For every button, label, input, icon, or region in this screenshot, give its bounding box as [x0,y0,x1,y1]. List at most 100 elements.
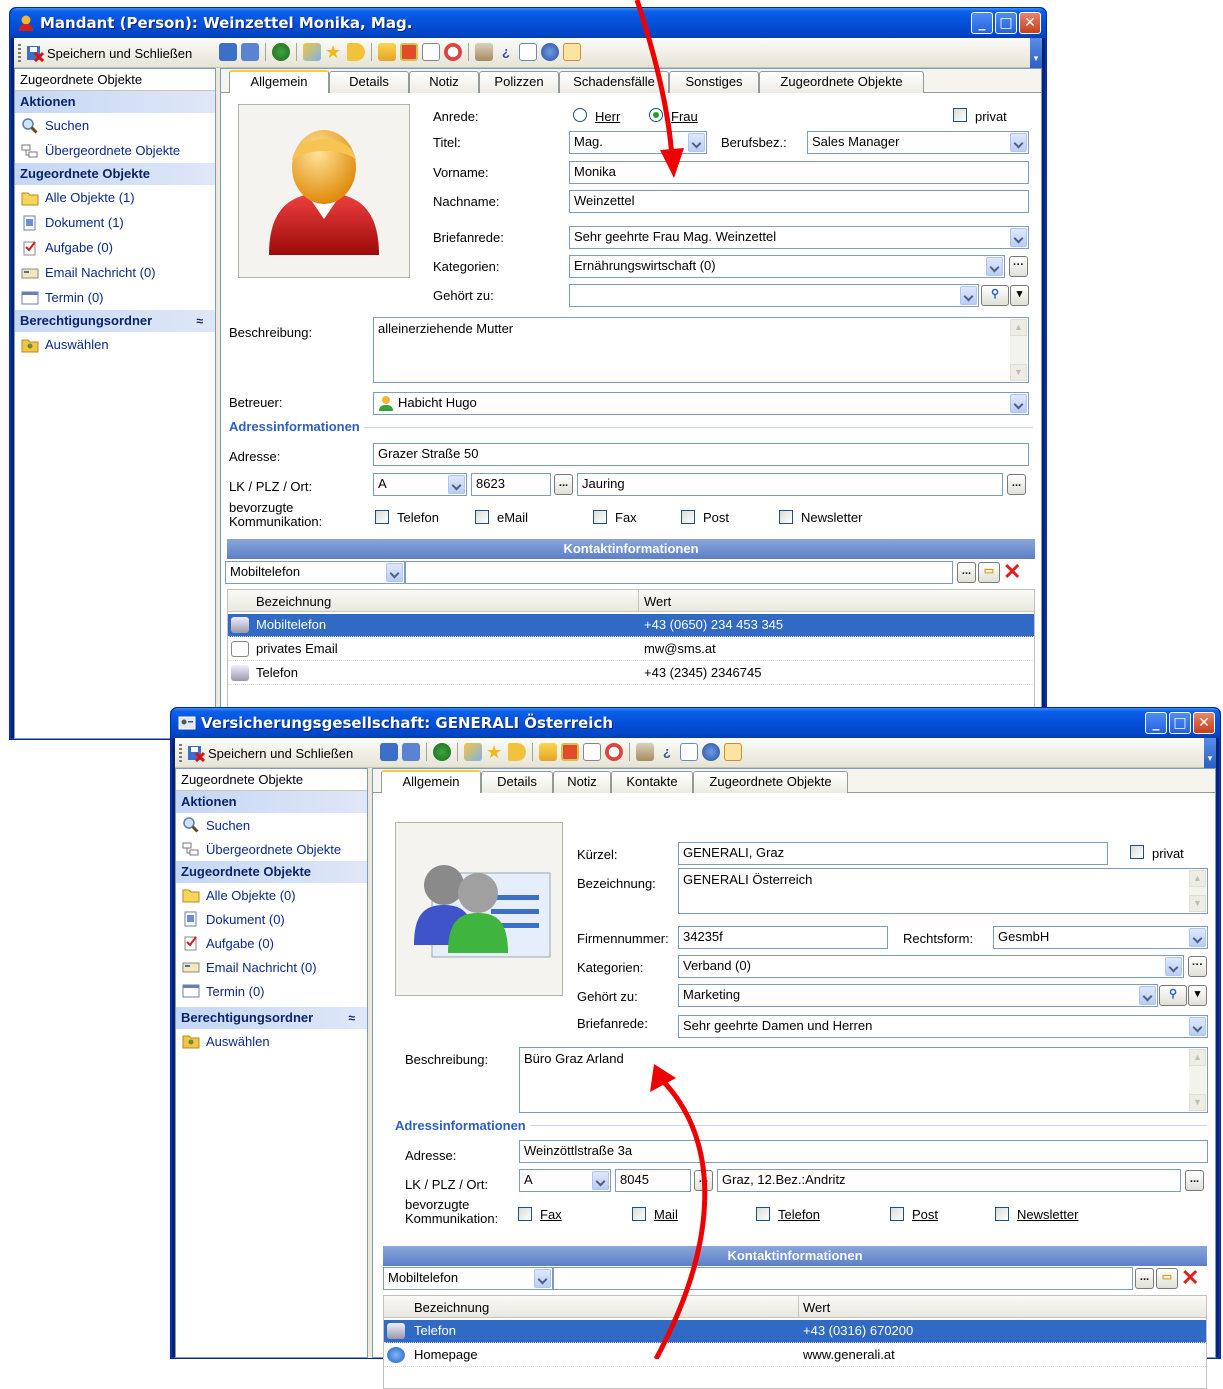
refresh-icon[interactable] [272,43,290,61]
gehoert-dropdown-button[interactable]: ▾ [1010,285,1029,306]
komm-newsletter-checkbox[interactable] [779,510,793,524]
col-wert-header[interactable]: Wert [803,1300,830,1315]
layout-icon[interactable] [724,743,742,761]
titel-select[interactable]: Mag. [569,131,707,154]
tag-icon[interactable] [508,743,526,761]
chevron-down-icon[interactable] [592,1171,609,1190]
toolbar-overflow-button[interactable]: ▾ [1204,738,1216,768]
briefanrede-select[interactable]: Sehr geehrte Damen und Herren [678,1015,1208,1038]
plz-field[interactable]: 8045 [615,1169,691,1192]
contact-more-button[interactable]: ... [1135,1268,1154,1289]
scrollbar[interactable]: ▲ ▼ [1189,1049,1206,1111]
note-icon[interactable] [378,43,396,61]
sidebar-item-email[interactable]: Email Nachricht (0) [15,260,215,285]
close-button[interactable]: ✕ [1193,712,1215,734]
chevron-down-icon[interactable] [1010,394,1027,413]
properties-icon[interactable] [475,43,493,61]
firmennr-field[interactable]: 34235f [678,926,888,949]
company-logo[interactable] [395,822,563,996]
tab-zugeordnete-objekte[interactable]: Zugeordnete Objekte [693,771,848,793]
plz-lookup-button[interactable]: ... [694,1170,713,1191]
minimize-button[interactable]: _ [971,12,993,34]
table-row[interactable]: Telefon +43 (0316) 670200 [384,1320,1206,1343]
save-as-icon[interactable] [402,743,420,761]
tools-icon[interactable] [702,743,720,761]
col-bezeichnung-header[interactable]: Bezeichnung [256,594,331,609]
komm-newsletter-checkbox[interactable] [995,1207,1009,1221]
sidebar-item-email[interactable]: Email Nachricht (0) [176,955,367,979]
scroll-up-icon[interactable]: ▲ [1010,319,1027,336]
chevron-down-icon[interactable] [1189,928,1206,947]
scrollbar[interactable]: ▲ ▼ [1189,870,1206,912]
chevron-down-icon[interactable] [986,257,1003,276]
scrollbar[interactable]: ▲ ▼ [1010,319,1027,381]
tools-icon[interactable] [541,43,559,61]
chevron-down-icon[interactable] [1139,986,1156,1005]
star-icon[interactable]: ★ [325,43,343,61]
calendar-icon[interactable] [400,43,418,61]
info-icon[interactable]: ¿ [658,743,676,761]
chevron-down-icon[interactable] [960,286,977,305]
sidebar-item-task[interactable]: Aufgabe (0) [176,931,367,955]
table-row[interactable]: privates Email mw@sms.at [228,638,1034,661]
komm-post-checkbox[interactable] [681,510,695,524]
herr-radio[interactable] [573,108,587,122]
kategorien-select[interactable]: Ernährungswirtschaft (0) [569,255,1005,278]
betreuer-select[interactable]: Habicht Hugo [373,392,1029,415]
scroll-down-icon[interactable]: ▼ [1010,364,1027,381]
komm-telefon-checkbox[interactable] [375,510,389,524]
toolbar-overflow-button[interactable]: ▾ [1030,38,1042,68]
komm-fax-checkbox[interactable] [593,510,607,524]
sidebar-item-search[interactable]: Suchen [176,813,367,837]
tab-polizzen[interactable]: Polizzen [479,71,559,93]
title-bar[interactable]: Versicherungsgesellschaft: GENERALI Öste… [171,708,1220,738]
gehoert-search-button[interactable]: ⚲ [981,285,1009,306]
privat-checkbox[interactable] [953,108,967,122]
komm-post-checkbox[interactable] [890,1207,904,1221]
chevron-down-icon[interactable] [386,563,403,582]
beruf-select[interactable]: Sales Manager [807,131,1029,154]
kuerzel-field[interactable]: GENERALI, Graz [678,842,1108,865]
gehoert-select[interactable] [569,284,979,307]
title-bar[interactable]: Mandant (Person): Weinzettel Monika, Mag… [10,8,1046,38]
note-icon[interactable] [539,743,557,761]
person-photo[interactable] [238,104,410,278]
contact-value-field[interactable] [405,561,953,584]
contact-new-button[interactable]: ▭ [978,562,1000,583]
close-button[interactable]: ✕ [1019,12,1041,34]
tab-details[interactable]: Details [329,71,409,93]
save-close-button[interactable]: Speichern und Schließen [26,44,192,62]
col-bezeichnung-header[interactable]: Bezeichnung [414,1300,489,1315]
calendar-icon[interactable] [561,743,579,761]
komm-email-checkbox[interactable] [475,510,489,524]
scroll-down-icon[interactable]: ▼ [1189,1094,1206,1111]
beschreibung-field[interactable]: Büro Graz Arland ▲ ▼ [519,1047,1208,1113]
vorname-field[interactable]: Monika [569,161,1029,184]
save-icon[interactable] [219,43,237,61]
chevron-down-icon[interactable] [448,475,465,494]
lk-select[interactable]: A [373,473,467,496]
komm-telefon-checkbox[interactable] [756,1207,770,1221]
kategorien-more-button[interactable]: ··· [1009,256,1028,277]
briefanrede-select[interactable]: Sehr geehrte Frau Mag. Weinzettel [569,226,1029,249]
sidebar-item-parent-objects[interactable]: Übergeordnete Objekte [176,837,367,861]
sidebar-item-document[interactable]: Dokument (0) [176,907,367,931]
sidebar-item-parent-objects[interactable]: Übergeordnete Objekte [15,138,215,163]
permissions-section-title[interactable]: Berechtigungsordner ≈ [15,310,215,332]
contact-type-select[interactable]: Mobiltelefon [225,561,405,584]
gehoert-select[interactable]: Marketing [678,984,1158,1007]
ort-lookup-button[interactable]: ... [1185,1170,1204,1191]
tab-allgemein[interactable]: Allgemein [381,770,481,793]
tab-kontakte[interactable]: Kontakte [611,771,693,793]
save-as-icon[interactable] [241,43,259,61]
tab-zugeordnete-objekte[interactable]: Zugeordnete Objekte [759,71,924,93]
ort-lookup-button[interactable]: ... [1007,474,1026,495]
layout-icon[interactable] [563,43,581,61]
adresse-field[interactable]: Grazer Straße 50 [373,443,1029,466]
tab-schadensfaelle[interactable]: Schadensfälle [559,71,669,93]
chevron-down-icon[interactable] [1165,957,1182,976]
chevron-down-icon[interactable] [688,133,705,152]
nachname-field[interactable]: Weinzettel [569,190,1029,213]
bezeichnung-field[interactable]: GENERALI Österreich ▲ ▼ [678,868,1208,914]
contact-new-button[interactable]: ▭ [1156,1268,1178,1289]
